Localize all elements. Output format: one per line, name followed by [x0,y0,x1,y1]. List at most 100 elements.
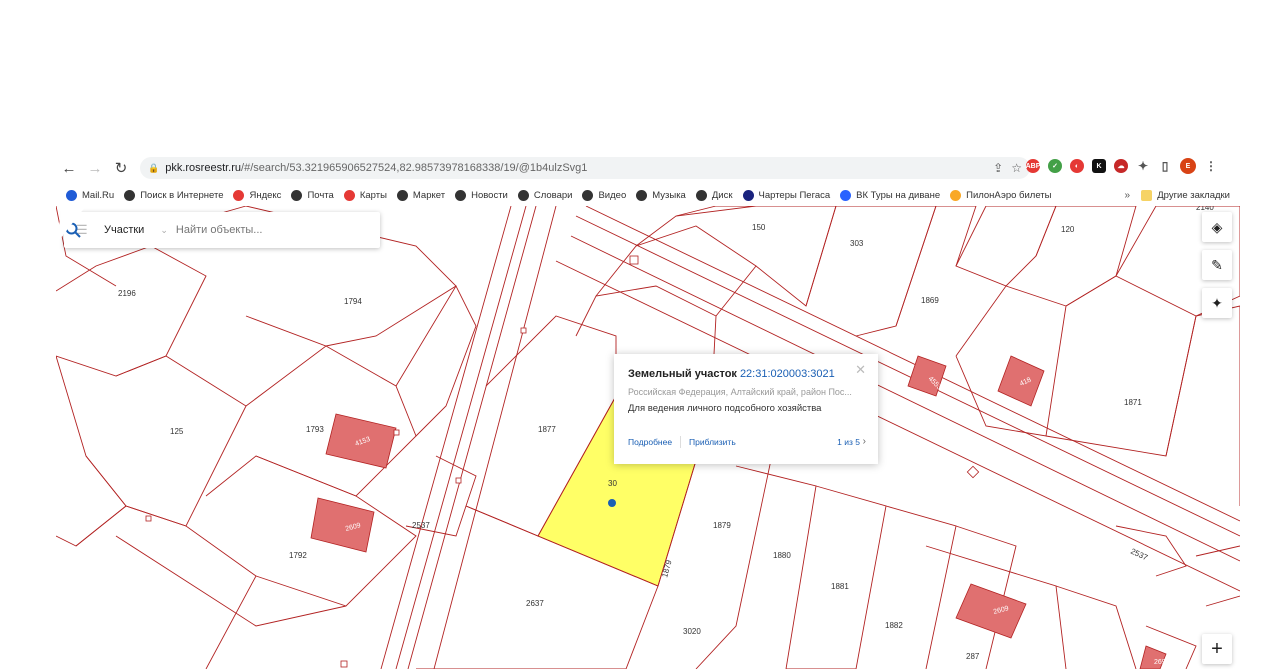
url-host: pkk.rosreestr.ru [165,162,242,174]
ruler-button[interactable]: ✎ [1202,250,1232,280]
popup-title-text: Земельный участок [628,368,737,380]
forward-icon[interactable]: → [82,155,108,181]
bookmarks-list: Mail.Ru Поиск в Интернете Яндекс Почта Карты… [56,189,1052,201]
browser-toolbar: ← → ↻ 🔒 pkk.rosreestr.ru /#/search/53.32… [56,152,1240,184]
popup-pager: 1 из 5 [837,437,860,447]
bookmark-item[interactable]: Диск [695,189,733,201]
bookmarks-bar: Mail.Ru Поиск в Интернете Яндекс Почта Карты… [56,184,1240,207]
lock-icon: 🔒 [148,162,160,173]
avatar[interactable]: E [1180,158,1196,174]
close-icon[interactable]: ✕ [855,362,866,378]
parcel-label: 125 [170,427,184,436]
details-link[interactable]: Подробнее [628,437,672,447]
parcel-label: 1882 [885,621,903,630]
parcel-label: 1880 [773,551,791,560]
bookmark-item[interactable]: Видео [582,189,627,201]
menu-dots-icon[interactable]: ⋮ [1204,159,1218,173]
bookmark-item[interactable]: Поиск в Интернете [124,189,224,201]
bookmark-icon [455,189,467,201]
divider [680,436,681,448]
bookmark-label: Чартеры Пегаса [758,189,831,201]
bookmark-icon [742,189,754,201]
extension-icon[interactable]: ✓ [1048,159,1062,173]
bookmark-label: Маркет [412,189,446,201]
bookmark-item[interactable]: Музыка [636,189,686,201]
bookmark-star-icon[interactable]: ☆ [1011,161,1022,175]
extension-icon[interactable]: K [1092,159,1106,173]
parcel-label: 120 [1061,225,1075,234]
bookmark-icon [636,189,648,201]
bookmark-label: Словари [533,189,573,201]
back-icon[interactable]: ← [56,155,82,181]
more-bookmarks-icon[interactable]: » [1124,190,1130,201]
bookmark-label: Карты [359,189,387,201]
search-input[interactable] [173,223,348,237]
bookmark-icon [66,189,77,201]
other-bookmarks[interactable]: Другие закладки [1141,189,1230,201]
bookmark-label: Яндекс [249,189,282,201]
locate-button[interactable]: ✦ [1202,288,1232,318]
parcel-popup: Земельный участок 22:31:020003:3021 ✕ Рос… [614,354,878,464]
bookmark-label: Диск [711,189,733,201]
zoom-to-link[interactable]: Приблизить [689,437,736,447]
cadastral-map[interactable]: 2196 1794 125 1793 1792 1877 2637 3020 1879 1880 1… [56,206,1240,669]
bookmark-item[interactable]: Новости [455,189,508,201]
building-label: 2698 [1154,659,1170,666]
bookmark-icon [517,189,529,201]
bookmark-item[interactable]: ВК Туры на диване [840,189,941,201]
bookmark-icon [396,189,408,201]
compass-icon: ✦ [1211,294,1223,311]
url-path: /#/search/53.321965906527524,82.98573978… [241,162,588,174]
chevron-right-icon[interactable]: › [863,436,866,447]
parcel-label: 1792 [289,551,307,560]
location-marker [608,499,616,507]
popup-title: Земельный участок 22:31:020003:3021 [628,368,835,380]
bookmark-label: Видео [598,189,627,201]
layers-button[interactable]: ◈ [1202,212,1232,242]
ruler-icon: ✎ [1211,256,1223,273]
bookmark-item[interactable]: Почта [291,189,334,201]
bookmark-label: Поиск в Интернете [140,189,224,201]
extension-icon[interactable]: ◐ [1070,159,1084,173]
parcel-label: 1877 [538,425,556,434]
parcel-label: 1794 [344,297,362,306]
bookmark-item[interactable]: Словари [517,189,573,201]
popup-usage: Для ведения личного подсобного хозяйства [628,403,822,414]
parcel-label: 1881 [831,582,849,591]
bookmark-item[interactable]: ПилонАэро билеты [950,189,1052,201]
popup-pointer [56,206,86,244]
bookmark-icon [582,189,594,201]
bookmark-item[interactable]: Яндекс [233,189,282,201]
parcel-label: 287 [966,652,980,661]
puzzle-icon[interactable]: ✦ [1136,159,1150,173]
sidepanel-icon[interactable]: ▯ [1158,159,1172,173]
bookmark-item[interactable]: Маркет [396,189,446,201]
parcel-label: 2196 [118,289,136,298]
building [310,497,375,553]
building [955,583,1027,639]
address-bar[interactable]: 🔒 pkk.rosreestr.ru /#/search/53.32196590… [140,157,1030,179]
bookmark-label: ВК Туры на диване [856,189,941,201]
bookmark-label: Новости [471,189,508,201]
extension-icon[interactable]: ABP [1026,159,1040,173]
cadastral-number[interactable]: 22:31:020003:3021 [740,368,835,380]
parcel-label: 150 [752,223,766,232]
folder-icon [1141,189,1153,201]
bookmark-item[interactable]: Mail.Ru [66,189,114,201]
bookmark-label: Музыка [652,189,686,201]
zoom-in-button[interactable]: + [1202,634,1232,664]
bookmark-item[interactable]: Карты [343,189,387,201]
chevron-down-icon[interactable]: ⌄ [160,225,168,236]
share-icon[interactable]: ⇪ [993,161,1003,175]
bookmark-icon [695,189,707,201]
parcel-label: 1879 [713,521,731,530]
extension-icon[interactable]: ☁ [1114,159,1128,173]
bookmark-label: ПилонАэро билеты [966,189,1052,201]
parcel-label: 30 [608,479,617,488]
popup-address: Российская Федерация, Алтайский край, ра… [628,387,852,397]
bookmark-icon [124,189,136,201]
object-type-select[interactable]: Участки [104,224,144,236]
bookmark-item[interactable]: Чартеры Пегаса [742,189,831,201]
parcel-label: 2537 [412,521,430,530]
reload-icon[interactable]: ↻ [108,155,134,181]
